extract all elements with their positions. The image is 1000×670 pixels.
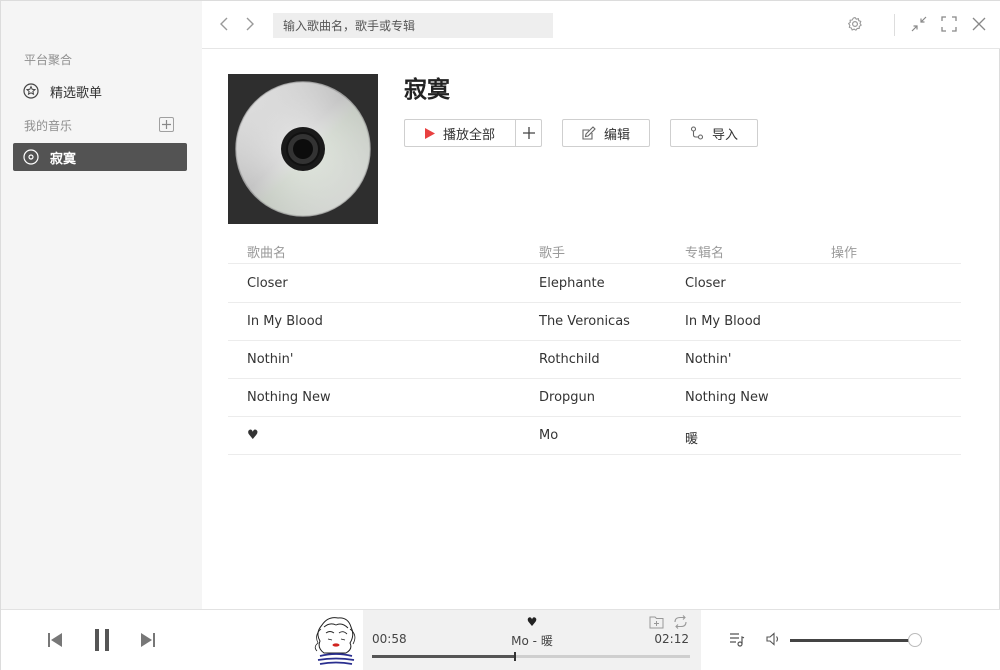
sidebar-item-featured[interactable]: 精选歌单 [13,77,187,105]
now-playing-panel: ♥ 00:58 Mo - 暖 02:12 [363,610,701,670]
forward-arrow-icon [246,17,254,31]
now-playing-title: Mo - 暖 [511,634,553,648]
table-row[interactable]: Closer Elephante Closer [228,265,961,303]
total-time: 02:12 [654,632,689,646]
plus-icon [522,127,535,139]
song-name: Closer [247,276,288,291]
forward-button[interactable] [242,15,258,33]
close-button[interactable] [970,15,988,33]
volume-icon [766,632,779,646]
column-header-actions: 操作 [831,246,858,261]
song-name: In My Blood [247,314,323,329]
next-button[interactable] [138,630,158,650]
table-header: 歌曲名 歌手 专辑名 操作 [228,235,961,264]
volume-button[interactable] [765,630,783,648]
column-header-artist: 歌手 [539,246,566,261]
import-button[interactable]: 导入 [670,119,758,147]
back-arrow-icon [220,17,228,31]
gear-icon [848,16,862,31]
song-name: Nothin' [247,352,294,367]
volume-fill [790,639,916,642]
top-bar [202,1,1000,49]
album-name: Nothing New [685,390,769,405]
toolbar-divider [894,14,895,36]
table-row[interactable]: Nothin' Rothchild Nothin' [228,341,961,379]
add-to-playlist-button[interactable] [648,614,664,630]
volume-slider[interactable] [790,633,923,647]
previous-button[interactable] [45,630,65,650]
pause-icon [95,629,109,651]
cd-disc-image [235,81,371,217]
fullscreen-button[interactable] [940,15,958,33]
import-icon [690,126,704,140]
sidebar-section-platform: 平台聚合 [24,53,73,67]
playlist-icon [730,632,745,647]
edit-label: 编辑 [604,127,631,143]
album-name: Closer [685,276,726,291]
playlist-cover [228,74,378,224]
artist-name: Mo [539,428,559,443]
album-name: Nothin' [685,352,732,367]
song-name: Nothing New [247,390,331,405]
repeat-icon [673,615,687,629]
compress-icon [911,16,927,32]
progress-handle[interactable] [514,652,517,661]
play-all-button[interactable]: 播放全部 [405,120,515,146]
edit-button[interactable]: 编辑 [562,119,650,147]
edit-icon [582,126,596,140]
back-button[interactable] [216,15,232,33]
song-name: ♥ [247,428,259,443]
artist-name: Dropgun [539,390,596,405]
next-icon [141,633,155,647]
repeat-button[interactable] [672,614,688,630]
fullscreen-icon [941,16,957,32]
disc-icon [23,149,39,165]
add-all-button[interactable] [516,120,541,146]
album-name: 暖 [685,432,699,447]
artist-name: The Veronicas [539,314,630,329]
prev-icon [48,633,62,647]
star-icon [23,83,39,99]
sidebar-item-playlist[interactable]: 寂寞 [13,143,187,171]
app-window: 平台聚合 精选歌单 我的音乐 寂寞 输入歌曲名，歌手或专辑 寂寞 播放全部 编辑… [0,0,1000,670]
pause-button[interactable] [91,628,113,652]
table-row[interactable]: Nothing New Dropgun Nothing New [228,379,961,417]
sidebar: 平台聚合 精选歌单 我的音乐 寂寞 [1,1,202,609]
playlist-button[interactable] [728,630,746,648]
playlist-title: 寂寞 [404,77,450,103]
close-icon [972,17,986,31]
play-all-group: 播放全部 [404,119,542,147]
settings-button[interactable] [846,15,864,33]
add-playlist-button[interactable] [159,117,174,132]
progress-fill [372,655,516,658]
now-playing-artwork[interactable] [308,613,363,668]
import-label: 导入 [712,127,739,143]
table-row[interactable]: In My Blood The Veronicas In My Blood [228,303,961,341]
progress-bar[interactable] [372,652,690,661]
table-row[interactable]: ♥ Mo 暖 [228,417,961,455]
player-bar: ♥ 00:58 Mo - 暖 02:12 [1,609,1000,670]
search-input[interactable] [273,13,553,38]
artist-name: Rothchild [539,352,600,367]
column-header-song: 歌曲名 [247,246,287,261]
add-to-playlist-icon [649,616,663,629]
sidebar-item-featured-label: 精选歌单 [50,85,103,101]
sidebar-section-my-music: 我的音乐 [24,119,73,133]
play-all-label: 播放全部 [443,127,496,143]
plus-icon [162,120,171,129]
sidebar-item-playlist-label: 寂寞 [50,151,77,167]
artist-name: Elephante [539,276,605,291]
play-icon [425,127,435,139]
album-name: In My Blood [685,314,761,329]
volume-handle[interactable] [908,633,923,647]
mini-mode-button[interactable] [910,15,928,33]
column-header-album: 专辑名 [685,246,725,261]
